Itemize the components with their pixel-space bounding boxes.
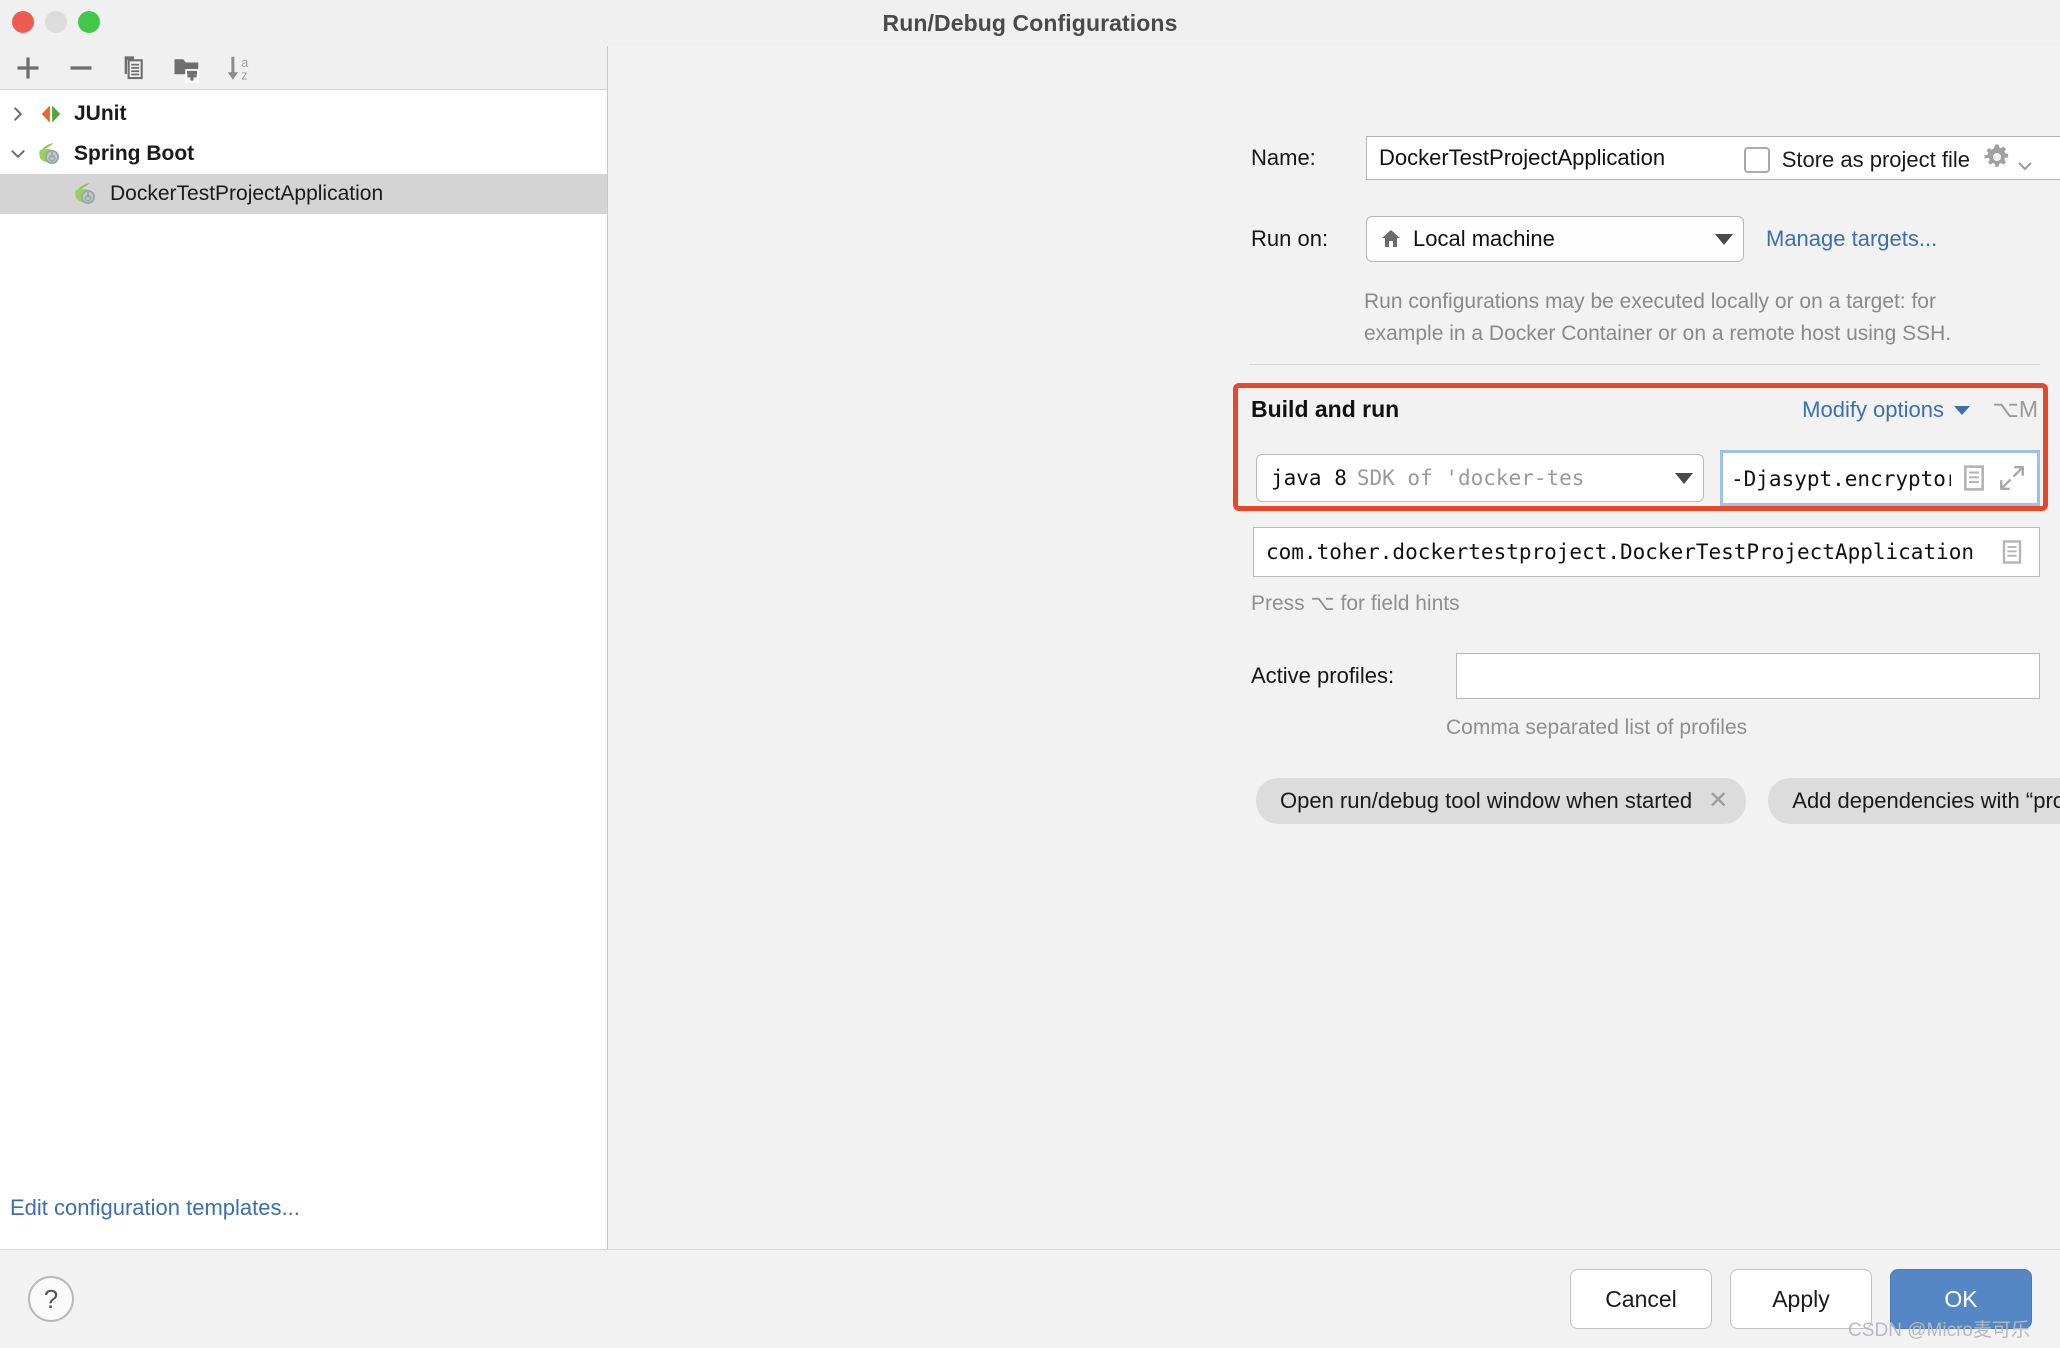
close-icon[interactable]: ✕	[1708, 789, 1728, 813]
store-as-project-file-row: Store as project file	[1743, 142, 2032, 177]
chevron-down-icon	[1954, 405, 1970, 415]
modify-options-label: Modify options	[1802, 397, 1944, 422]
run-on-value: Local machine	[1413, 226, 1555, 251]
dialog-footer: ? Cancel Apply OK CSDN @Micro麦可乐	[0, 1249, 2060, 1348]
junit-icon	[36, 101, 66, 127]
sort-configurations-button[interactable]: a z	[216, 50, 264, 86]
main-class-value: com.toher.dockertestproject.DockerTestPr…	[1266, 540, 1975, 564]
section-divider	[1249, 364, 2040, 365]
close-window-button[interactable]	[12, 11, 34, 33]
jdk-main-label: java 8	[1271, 466, 1347, 490]
home-icon	[1379, 227, 1403, 251]
run-on-label: Run on:	[1251, 226, 1329, 251]
tree-group-label-spring-boot: Spring Boot	[74, 142, 195, 165]
chevron-down-icon[interactable]	[0, 145, 36, 163]
run-on-description-line1: Run configurations may be executed local…	[1364, 290, 1936, 313]
title-bar: Run/Debug Configurations	[0, 0, 2060, 46]
run-on-description: Run configurations may be executed local…	[1364, 286, 2060, 350]
run-on-description-line2: example in a Docker Container or on a re…	[1364, 322, 1952, 345]
configuration-form: Name: DockerTestProjectApplication Store…	[608, 46, 2060, 1249]
zoom-window-button[interactable]	[78, 11, 100, 33]
remove-configuration-button[interactable]	[57, 50, 105, 86]
tree-item-label: DockerTestProjectApplication	[110, 182, 384, 205]
active-profiles-label: Active profiles:	[1251, 663, 1395, 688]
add-configuration-button[interactable]	[4, 50, 52, 86]
manage-targets-link[interactable]: Manage targets...	[1766, 226, 1937, 252]
modify-options-shortcut: ⌥M	[1992, 396, 2038, 422]
vm-options-input[interactable]: -Djasypt.encryptor.password=123456	[1720, 450, 2040, 506]
run-debug-configurations-dialog: Run/Debug Configurations a z JUnit Sprin…	[0, 0, 2060, 1348]
watermark: CSDN @Micro麦可乐	[1848, 1320, 2030, 1341]
active-profiles-input[interactable]	[1456, 653, 2040, 699]
list-icon[interactable]	[1959, 465, 1989, 491]
run-on-row: Run on: Local machine Manage targets...	[1251, 216, 1937, 262]
gear-icon[interactable]	[1982, 142, 2012, 177]
chip-label: Add dependencies with “provided” scope t…	[1792, 788, 2060, 813]
sidebar-toolbar: a z	[0, 46, 607, 90]
active-profiles-row: Active profiles:	[1251, 653, 2040, 699]
dialog-title: Run/Debug Configurations	[882, 9, 1178, 36]
main-class-input[interactable]: com.toher.dockertestproject.DockerTestPr…	[1253, 527, 2040, 577]
run-on-select[interactable]: Local machine	[1366, 216, 1744, 262]
tree-group-spring-boot[interactable]: Spring Boot	[0, 134, 607, 174]
tree-group-junit[interactable]: JUnit	[0, 94, 607, 134]
new-folder-button[interactable]	[163, 50, 211, 86]
spring-boot-icon	[72, 181, 102, 207]
tree-item-dockertestprojectapplication[interactable]: DockerTestProjectApplication	[0, 174, 607, 214]
jdk-select[interactable]: java 8 SDK of 'docker-tes	[1256, 454, 1704, 502]
cancel-button[interactable]: Cancel	[1570, 1269, 1712, 1329]
gear-dropdown-caret-icon[interactable]	[2018, 158, 2032, 176]
expand-icon[interactable]	[1997, 465, 2027, 491]
edit-configuration-templates-link[interactable]: Edit configuration templates...	[10, 1195, 300, 1221]
copy-configuration-button[interactable]	[110, 50, 158, 86]
chip-label: Open run/debug tool window when started	[1280, 788, 1693, 813]
dialog-body: a z JUnit Spring Boot DockerTestProjectA…	[0, 46, 2060, 1249]
configurations-tree: JUnit Spring Boot DockerTestProjectAppli…	[0, 90, 607, 1249]
build-and-run-section-title: Build and run	[1251, 396, 1400, 422]
name-label: Name:	[1251, 145, 1316, 170]
modify-options-button[interactable]: Modify options	[1802, 397, 1970, 423]
active-profiles-hint: Comma separated list of profiles	[1446, 716, 1748, 739]
store-as-project-file-label: Store as project file	[1781, 146, 1970, 172]
option-chips: Open run/debug tool window when started …	[1256, 778, 2060, 824]
list-icon[interactable]	[1997, 540, 2027, 564]
configurations-sidebar: a z JUnit Spring Boot DockerTestProjectA…	[0, 46, 608, 1249]
store-as-project-file-checkbox[interactable]	[1743, 146, 1770, 173]
vm-options-value: -Djasypt.encryptor.password=123456	[1731, 467, 1951, 491]
window-controls	[12, 11, 100, 33]
spring-boot-icon	[36, 141, 66, 167]
chevron-down-icon[interactable]	[1675, 472, 1693, 484]
jdk-sub-label: SDK of 'docker-tes	[1356, 466, 1585, 490]
field-hints-text: Press ⌥ for field hints	[1251, 592, 1460, 615]
chevron-down-icon[interactable]	[1715, 233, 1733, 245]
chip-open-run-debug-tool-window[interactable]: Open run/debug tool window when started …	[1256, 778, 1747, 824]
minimize-window-button[interactable]	[45, 11, 67, 33]
chip-add-provided-scope-dependencies[interactable]: Add dependencies with “provided” scope t…	[1768, 778, 2060, 824]
tree-group-label-junit: JUnit	[74, 102, 127, 125]
svg-text:z: z	[241, 68, 247, 82]
help-button[interactable]: ?	[28, 1276, 74, 1322]
chevron-right-icon[interactable]	[0, 105, 36, 123]
